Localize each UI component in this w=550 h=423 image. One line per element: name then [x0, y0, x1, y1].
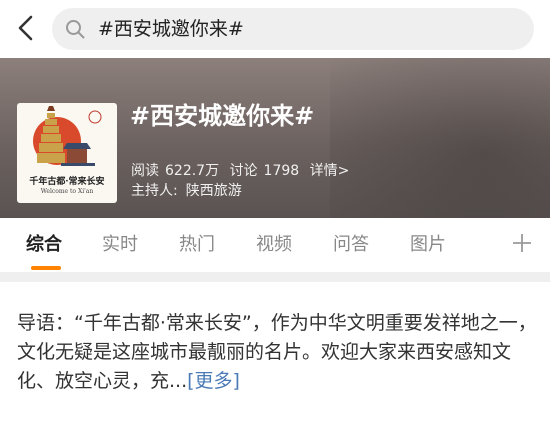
tab-hot[interactable]: 热门: [179, 233, 215, 257]
topic-thumbnail[interactable]: 千年古都·常来长安 Welcome to Xi'an: [17, 103, 117, 203]
tab-video[interactable]: 视频: [256, 233, 292, 257]
topic-header: 千年古都·常来长安 Welcome to Xi'an #西安城邀你来# 阅读 62…: [0, 58, 550, 218]
top-bar: #西安城邀你来#: [0, 0, 550, 58]
host-name-link[interactable]: 陕西旅游: [186, 183, 242, 199]
plus-icon[interactable]: [510, 231, 534, 255]
active-tab-indicator: [31, 266, 61, 270]
tab-realtime[interactable]: 实时: [102, 233, 138, 257]
tab-images[interactable]: 图片: [410, 233, 446, 257]
thumbnail-subcaption: Welcome to Xi'an: [40, 188, 94, 195]
search-query-text: #西安城邀你来#: [98, 18, 244, 40]
back-arrow-icon[interactable]: [12, 13, 42, 43]
intro-paragraph: 导语：“千年古都·常来长安”，作为中华文明重要发祥地之一，文化无疑是这座城市最靓…: [17, 309, 537, 396]
topic-title: #西安城邀你来#: [130, 102, 315, 130]
reads-label: 阅读: [131, 163, 159, 179]
intro-text: 导语：“千年古都·常来长安”，作为中华文明重要发祥地之一，文化无疑是这座城市最靓…: [17, 312, 537, 392]
reads-value: 622.7万: [165, 163, 220, 179]
search-box[interactable]: #西安城邀你来#: [52, 8, 534, 50]
thumbnail-caption: 千年古都·常来长安: [29, 177, 105, 187]
host-label: 主持人:: [131, 183, 178, 199]
topic-host: 主持人: 陕西旅游: [131, 182, 242, 200]
topic-stats: 阅读 622.7万 讨论 1798 详情>: [131, 162, 355, 180]
more-link[interactable]: [更多]: [187, 370, 240, 392]
discussion-value: 1798: [263, 163, 300, 179]
topic-intro-card: 导语：“千年古都·常来长安”，作为中华文明重要发祥地之一，文化无疑是这座城市最靓…: [0, 282, 550, 423]
tab-bar: 综合 实时 热门 视频 问答 图片: [0, 218, 550, 272]
tab-qa[interactable]: 问答: [333, 233, 369, 257]
search-icon: [65, 19, 85, 39]
discussion-label: 讨论: [229, 163, 258, 179]
header-background-shade: [330, 58, 550, 218]
tab-comprehensive[interactable]: 综合: [26, 233, 62, 257]
detail-link[interactable]: 详情>: [310, 163, 350, 179]
